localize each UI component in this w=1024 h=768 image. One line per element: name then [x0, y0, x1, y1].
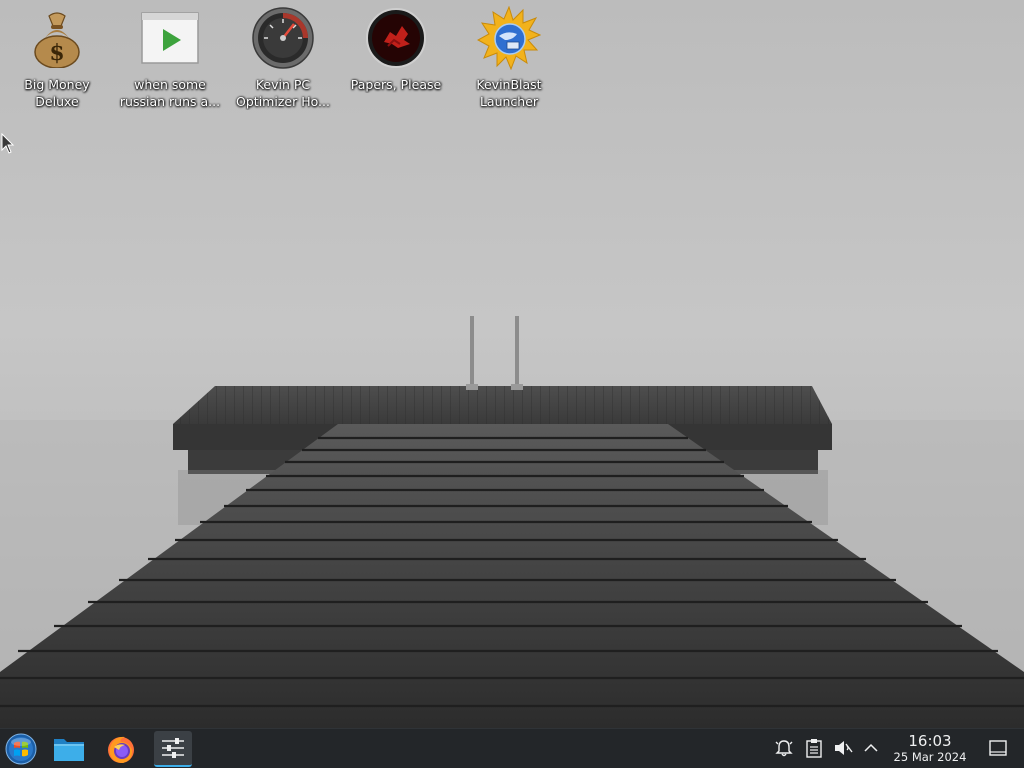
firefox-button[interactable] — [102, 731, 140, 767]
sliders-icon — [162, 738, 184, 758]
chevron-up-icon[interactable] — [860, 737, 882, 759]
desktop-icon-label: Big Money Deluxe — [24, 77, 90, 109]
money-bag-icon: $ — [25, 6, 89, 70]
show-desktop-button[interactable] — [988, 738, 1008, 758]
windows-orb-icon — [5, 733, 37, 765]
video-play-icon — [138, 6, 202, 70]
sun-globe-icon — [477, 6, 541, 70]
speedometer-icon — [251, 6, 315, 70]
file-manager-button[interactable] — [50, 731, 88, 767]
desktop-icon-kevinblast-launcher[interactable]: KevinBlast Launcher — [453, 6, 565, 114]
desktop-icon-label: when some russian runs a... — [119, 77, 221, 109]
show-desktop-icon — [989, 740, 1007, 756]
desktop-icon-kevin-pc-optimizer[interactable]: Kevin PC Optimizer Ho... — [227, 6, 339, 114]
firefox-icon — [108, 736, 134, 763]
clock-date: 25 Mar 2024 — [893, 750, 967, 764]
desktop-icon-papers-please[interactable]: Papers, Please — [340, 6, 452, 114]
mouse-pointer-icon — [1, 133, 15, 154]
folder-icon — [54, 739, 84, 761]
desktop-icon-big-money-deluxe[interactable]: $ Big Money Deluxe — [1, 6, 113, 114]
svg-text:$: $ — [49, 40, 64, 66]
clock-time: 16:03 — [908, 732, 952, 750]
system-settings-button[interactable] — [154, 731, 192, 767]
clipboard-icon[interactable] — [803, 737, 825, 759]
taskbar-panel: 16:03 25 Mar 2024 — [0, 728, 1024, 768]
desktop-icon-label: Papers, Please — [350, 77, 442, 92]
desktop-icon-label: Kevin PC Optimizer Ho... — [236, 77, 330, 109]
desktop-icon-russian-video[interactable]: when some russian runs a... — [114, 6, 226, 114]
digital-clock[interactable]: 16:03 25 Mar 2024 — [888, 732, 972, 764]
start-menu-button[interactable] — [2, 731, 40, 767]
papers-please-icon — [364, 6, 428, 70]
desktop-icon-label: KevinBlast Launcher — [476, 77, 542, 109]
notifications-icon[interactable] — [773, 737, 795, 759]
volume-muted-icon[interactable] — [832, 737, 854, 759]
